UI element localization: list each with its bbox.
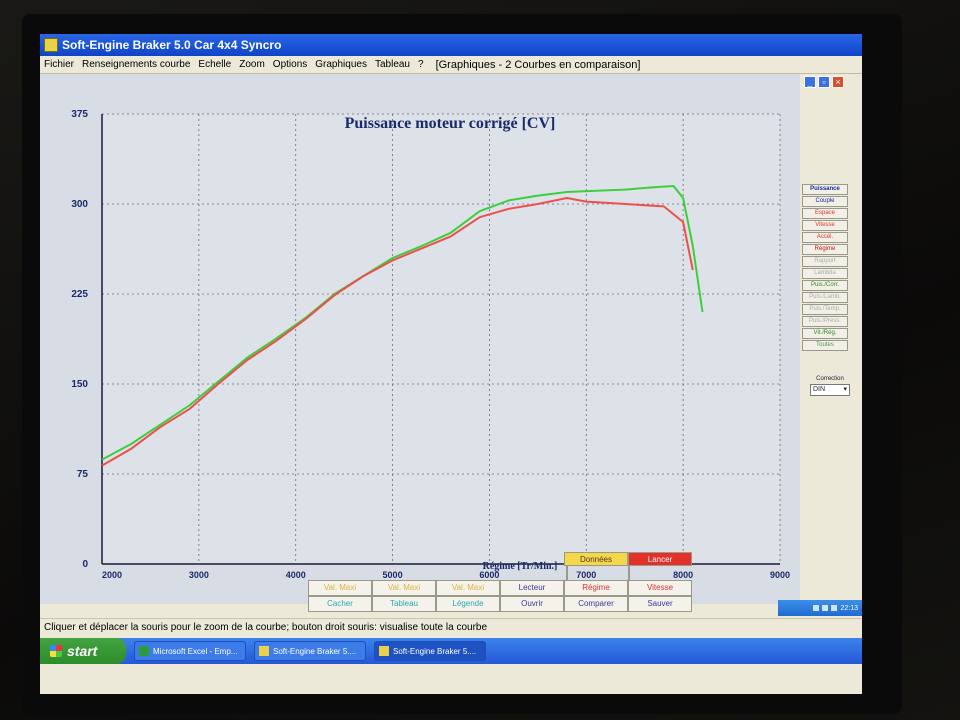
- y-tick-label: 150: [71, 379, 88, 390]
- task-excel[interactable]: Microsoft Excel - Emp...: [134, 641, 246, 661]
- excel-icon: [139, 646, 149, 656]
- menu-fichier[interactable]: Fichier: [44, 59, 74, 70]
- y-tick-label: 300: [71, 199, 88, 210]
- tableau-button[interactable]: Tableau: [372, 596, 436, 612]
- task-soft-engine-2[interactable]: Soft-Engine Braker 5....: [374, 641, 486, 661]
- tray-icon[interactable]: [822, 605, 829, 611]
- side-button-accel[interactable]: Accél.: [802, 232, 848, 243]
- curve-selector-panel: Puissance Couple Espace Vitesse Accél. R…: [802, 184, 848, 351]
- menu-zoom[interactable]: Zoom: [239, 59, 265, 70]
- sauver-button[interactable]: Sauver: [628, 596, 692, 612]
- donnees-button[interactable]: Données: [564, 552, 628, 566]
- task-soft-engine-1[interactable]: Soft-Engine Braker 5....: [254, 641, 366, 661]
- legende-button[interactable]: Légende: [436, 596, 500, 612]
- menu-help[interactable]: ?: [418, 59, 424, 70]
- comparer-button[interactable]: Comparer: [564, 596, 628, 612]
- clock[interactable]: 22:13: [840, 605, 858, 612]
- y-tick-label: 375: [71, 109, 88, 120]
- x-tick-label: 4000: [286, 570, 306, 580]
- tray-icon[interactable]: [831, 605, 838, 611]
- screen: Soft-Engine Braker 5.0 Car 4x4 Syncro Fi…: [40, 34, 862, 694]
- x-tick-label: 9000: [770, 570, 790, 580]
- ouvrir-button[interactable]: Ouvrir: [500, 596, 564, 612]
- status-bar: Cliquer et déplacer la souris pour le zo…: [40, 618, 862, 636]
- chart-grid: [102, 113, 781, 564]
- app-icon: [259, 646, 269, 656]
- regime-button[interactable]: Régime: [564, 580, 628, 596]
- taskbar: start Microsoft Excel - Emp... Soft-Engi…: [40, 638, 862, 664]
- temps-button[interactable]: Temps: [628, 566, 630, 580]
- status-text: Cliquer et déplacer la souris pour le zo…: [44, 622, 488, 633]
- plot-background: [102, 114, 780, 564]
- lancer-button[interactable]: Lancer: [628, 552, 692, 566]
- side-button-espace[interactable]: Espace: [802, 208, 848, 219]
- side-button-lambda[interactable]: Lambda: [802, 268, 848, 279]
- chart-title: Puissance moteur corrigé [CV]: [345, 115, 556, 132]
- x-tick-label: 2000: [102, 570, 122, 580]
- y-tick-label: 225: [71, 289, 88, 300]
- side-button-puis-lamb[interactable]: Puis./Lamb.: [802, 292, 848, 303]
- side-button-vit-reg[interactable]: Vit./Rég.: [802, 328, 848, 339]
- windows-flag-icon: [50, 645, 62, 657]
- close-icon[interactable]: ×: [832, 76, 844, 88]
- val-maxi-button-2[interactable]: Val. Maxi: [372, 580, 436, 596]
- side-button-vitesse[interactable]: Vitesse: [802, 220, 848, 231]
- minimize-icon[interactable]: _: [804, 76, 816, 88]
- start-button[interactable]: start: [40, 638, 126, 664]
- side-button-puis-corr[interactable]: Puis./Corr.: [802, 280, 848, 291]
- menu-graphiques[interactable]: Graphiques: [315, 59, 367, 70]
- val-maxi-button-3[interactable]: Val. Maxi: [436, 580, 500, 596]
- menu-echelle[interactable]: Echelle: [198, 59, 231, 70]
- app-icon: [44, 38, 58, 52]
- y-tick-label: 75: [77, 469, 89, 480]
- menu-renseignements[interactable]: Renseignements courbe: [82, 59, 190, 70]
- side-button-rapport[interactable]: Rapport: [802, 256, 848, 267]
- monitor-photo: Soft-Engine Braker 5.0 Car 4x4 Syncro Fi…: [0, 0, 960, 720]
- tray-icon[interactable]: [813, 605, 820, 611]
- menu-tableau[interactable]: Tableau: [375, 59, 410, 70]
- document-title: [Graphiques - 2 Courbes en comparaison]: [435, 58, 641, 71]
- cacher-button[interactable]: Cacher: [308, 596, 372, 612]
- chart-area[interactable]: 0 75 150 225 300 375 2000 3000 4000 5000 6000 7000…: [40, 74, 800, 604]
- system-tray: 22:13: [778, 600, 862, 616]
- side-button-regime[interactable]: Régime: [802, 244, 848, 255]
- correction-label: Correction: [816, 376, 844, 382]
- vitesse-button[interactable]: Vitesse: [628, 580, 692, 596]
- menu-bar: Fichier Renseignements courbe Echelle Zo…: [40, 56, 862, 74]
- lecteur-button[interactable]: Lecteur: [500, 580, 564, 596]
- bottom-button-grid: Données Lancer Val. Maxi Val. Maxi Val. …: [308, 552, 692, 612]
- correction-control: Correction DIN: [810, 376, 850, 396]
- side-button-toutes[interactable]: Toutes: [802, 340, 848, 351]
- task-label: Soft-Engine Braker 5....: [273, 646, 357, 656]
- task-label: Soft-Engine Braker 5....: [393, 646, 477, 656]
- side-button-puissance[interactable]: Puissance: [802, 184, 848, 195]
- correction-select[interactable]: DIN: [810, 384, 850, 396]
- start-label: start: [67, 643, 98, 659]
- window-title: Soft-Engine Braker 5.0 Car 4x4 Syncro: [62, 38, 282, 52]
- val-maxi-button-1[interactable]: Val. Maxi: [308, 580, 372, 596]
- task-label: Microsoft Excel - Emp...: [153, 646, 238, 656]
- side-button-couple[interactable]: Couple: [802, 196, 848, 207]
- mdi-window-controls: _ ▫ ×: [804, 76, 844, 88]
- restore-icon[interactable]: ▫: [818, 76, 830, 88]
- power-chart[interactable]: 075150225300375 2000 3000 4000 5000 6000 7000…: [40, 74, 800, 604]
- y-tick-label: 0: [82, 559, 88, 570]
- y-tick-labels: 0 75 150 225 300 375: [71, 109, 88, 570]
- side-button-puis-temp[interactable]: Puis./Temp.: [802, 304, 848, 315]
- side-button-puis-press[interactable]: Puis./Press.: [802, 316, 848, 327]
- x-tick-label: 3000: [189, 570, 209, 580]
- lent-button[interactable]: Lent: [566, 566, 568, 580]
- title-bar[interactable]: Soft-Engine Braker 5.0 Car 4x4 Syncro: [40, 34, 862, 56]
- app-icon: [379, 646, 389, 656]
- menu-options[interactable]: Options: [273, 59, 307, 70]
